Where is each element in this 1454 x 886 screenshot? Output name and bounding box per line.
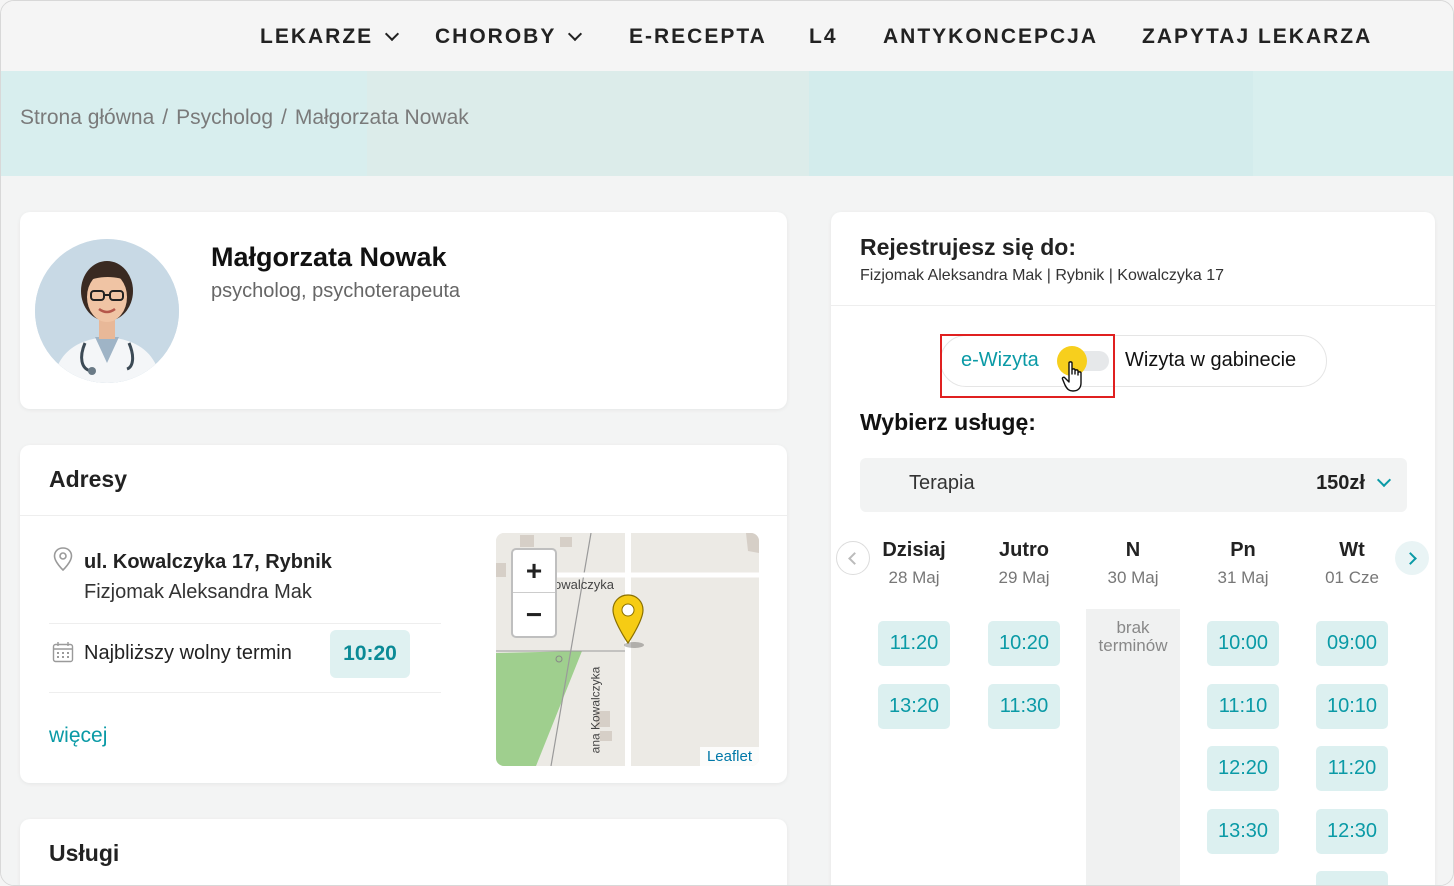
addresses-title: Adresy — [49, 466, 127, 492]
day-name: Wt — [1339, 539, 1365, 561]
zoom-out-button[interactable]: − — [513, 593, 555, 636]
calendar-prev-button[interactable] — [836, 541, 870, 575]
map-street-label: owalczyka — [554, 577, 614, 592]
time-slot-button[interactable]: 11:10 — [1207, 684, 1279, 729]
map-marker-icon[interactable] — [610, 593, 646, 649]
doctor-specialization: psycholog, psychoterapeuta — [211, 280, 461, 302]
day-date: 28 Maj — [888, 568, 940, 587]
day-date: 29 Maj — [998, 568, 1050, 587]
address-clinic: Fizjomak Aleksandra Mak — [84, 581, 312, 603]
map-zoom-control: + − — [511, 548, 557, 638]
time-slot-button[interactable]: 11:30 — [988, 684, 1060, 729]
booking-subtitle: Fizjomak Aleksandra Mak | Rybnik | Kowal… — [860, 267, 1225, 284]
service-price: 150zł — [1316, 472, 1365, 494]
service-select[interactable]: Terapia 150zł — [860, 458, 1407, 512]
day-name: Pn — [1230, 539, 1256, 561]
office-visit-option[interactable]: Wizyta w gabinecie — [1125, 349, 1296, 372]
nav-zapytaj-lekarza[interactable]: ZAPYTAJ LEKARZA — [1142, 25, 1372, 49]
day-name: Jutro — [999, 539, 1049, 561]
day-column-monday: Pn 31 Maj 10:00 11:10 12:20 13:30 — [1196, 539, 1290, 854]
nav-zapytaj-lekarza-label: ZAPYTAJ LEKARZA — [1142, 25, 1373, 48]
location-pin-icon — [53, 547, 73, 571]
nav-e-recepta[interactable]: E-RECEPTA — [629, 25, 767, 49]
service-name: Terapia — [909, 472, 975, 494]
e-visit-option[interactable]: e-Wizyta — [961, 349, 1039, 372]
breadcrumb-current: Małgorzata Nowak — [294, 106, 469, 129]
day-name: Dzisiaj — [882, 539, 946, 561]
nav-lekarze[interactable]: LEKARZE — [260, 25, 400, 49]
address-street: ul. Kowalczyka 17, Rybnik — [84, 551, 332, 573]
visit-type-toggle: e-Wizyta Wizyta w gabinecie — [940, 335, 1327, 387]
day-column-tomorrow: Jutro 29 Maj 10:20 11:30 — [977, 539, 1071, 729]
doctor-name: Małgorzata Nowak — [211, 242, 447, 272]
no-slots-text: brak terminów — [1098, 618, 1168, 655]
nav-choroby[interactable]: CHOROBY — [435, 25, 583, 49]
avatar — [35, 239, 179, 383]
breadcrumb-home[interactable]: Strona główna — [20, 106, 154, 130]
top-navigation: LEKARZE CHOROBY E-RECEPTA L4 ANTYKONCEPC… — [1, 1, 1453, 71]
doctor-avatar-illustration — [35, 239, 179, 383]
services-card: Usługi — [20, 819, 787, 885]
time-slot-button[interactable]: 11:20 — [1316, 746, 1388, 791]
booking-card: Rejestrujesz się do: Fizjomak Aleksandra… — [831, 212, 1435, 885]
day-date: 30 Maj — [1107, 568, 1159, 587]
chevron-left-icon — [848, 551, 861, 565]
day-column-sunday: N 30 Maj brak terminów — [1086, 539, 1180, 885]
addresses-card: Adresy ul. Kowalczyka 17, Rybnik Fizjoma… — [20, 445, 787, 783]
calendar-icon — [52, 642, 74, 663]
breadcrumb-category[interactable]: Psycholog — [176, 106, 273, 130]
day-column-tuesday: Wt 01 Cze 09:00 10:10 11:20 12:30 13:40 — [1305, 539, 1399, 885]
services-title: Usługi — [49, 840, 120, 866]
nav-l4-label: L4 — [809, 25, 838, 48]
nav-antykoncepcja-label: ANTYKONCEPCJA — [883, 25, 1099, 48]
time-slot-button[interactable]: 13:40 — [1316, 871, 1388, 885]
time-slot-button[interactable]: 11:20 — [878, 621, 950, 666]
time-slot-button[interactable]: 13:30 — [1207, 809, 1279, 854]
nav-lekarze-label: LEKARZE — [260, 25, 374, 48]
leaflet-attribution-link[interactable]: Leaflet — [699, 747, 759, 766]
divider — [49, 692, 441, 693]
breadcrumb-separator: / — [281, 106, 287, 129]
time-slot-button[interactable]: 09:00 — [1316, 621, 1388, 666]
time-slot-button[interactable]: 12:30 — [1316, 809, 1388, 854]
more-link[interactable]: więcej — [49, 724, 107, 748]
booking-title: Rejestrujesz się do: — [860, 234, 1077, 260]
breadcrumb-band: Strona główna / Psycholog / Małgorzata N… — [1, 71, 1453, 176]
map-street-label-vertical: ana Kowalczyka — [588, 666, 603, 754]
time-slot-button[interactable]: 10:10 — [1316, 684, 1388, 729]
next-available-label: Najbliższy wolny termin — [84, 642, 292, 664]
nav-e-recepta-label: E-RECEPTA — [629, 25, 767, 48]
band-tile — [1253, 71, 1453, 176]
nav-l4[interactable]: L4 — [809, 25, 838, 49]
time-slot-button[interactable]: 13:20 — [878, 684, 950, 729]
browser-frame: LEKARZE CHOROBY E-RECEPTA L4 ANTYKONCEPC… — [0, 0, 1454, 886]
chevron-down-icon — [1376, 472, 1392, 488]
band-tile — [809, 71, 1253, 176]
day-date: 01 Cze — [1325, 568, 1379, 587]
chevron-right-icon — [1404, 551, 1417, 565]
nav-antykoncepcja[interactable]: ANTYKONCEPCJA — [883, 25, 1098, 49]
time-slot-button[interactable]: 10:00 — [1207, 621, 1279, 666]
divider — [831, 305, 1435, 306]
chevron-down-icon — [568, 26, 583, 42]
day-column-today: Dzisiaj 28 Maj 11:20 13:20 — [867, 539, 961, 729]
breadcrumb: Strona główna / Psycholog / Małgorzata N… — [20, 106, 469, 130]
no-slots-column: brak terminów — [1086, 609, 1180, 885]
hand-cursor-icon — [1061, 361, 1082, 392]
profile-card: Małgorzata Nowak psycholog, psychoterape… — [20, 212, 787, 409]
location-map[interactable]: owalczyka ana Kowalczyka + − Leaflet — [496, 533, 759, 766]
day-name: N — [1125, 539, 1141, 561]
next-available-time-button[interactable]: 10:20 — [330, 630, 410, 678]
nav-choroby-label: CHOROBY — [435, 25, 557, 48]
day-date: 31 Maj — [1217, 568, 1269, 587]
chevron-down-icon — [385, 26, 400, 42]
calendar-next-button[interactable] — [1395, 541, 1429, 575]
time-slot-button[interactable]: 10:20 — [988, 621, 1060, 666]
divider — [20, 515, 787, 516]
choose-service-title: Wybierz usługę: — [860, 409, 1036, 435]
divider — [49, 623, 441, 624]
zoom-in-button[interactable]: + — [513, 550, 555, 593]
breadcrumb-separator: / — [162, 106, 169, 129]
time-slot-button[interactable]: 12:20 — [1207, 746, 1279, 791]
